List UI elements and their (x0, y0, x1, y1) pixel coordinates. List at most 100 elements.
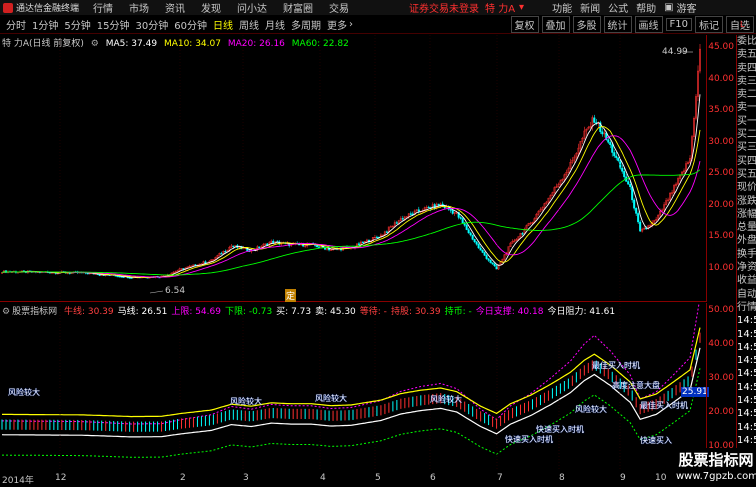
period-tab-more[interactable]: 更多 (327, 17, 347, 32)
indicator-legend-item: 卖: 45.30 (315, 307, 356, 317)
side-panel-item[interactable]: 自动 (737, 288, 756, 301)
period-tab-timeshare[interactable]: 分时 (6, 17, 26, 32)
chevron-right-icon[interactable]: › (349, 19, 353, 30)
side-panel-item[interactable]: 买一 (737, 115, 756, 128)
date-marker-badge[interactable]: 定 (285, 289, 297, 302)
period-tab-60min[interactable]: 60分钟 (174, 17, 207, 32)
side-panel-item[interactable]: 14:50 (737, 328, 756, 341)
candlestick-chart[interactable]: 特 力A(日线 前复权) ⚙ MA5: 37.49 MA10: 34.07 MA… (0, 35, 706, 302)
side-panel-item[interactable]: 14:50 (737, 381, 756, 394)
period-tab-30min[interactable]: 30分钟 (135, 17, 168, 32)
side-panel-item[interactable]: 收益 (737, 274, 756, 287)
settings-icon[interactable]: ⚙ (91, 39, 99, 49)
price-tick: 45.00 (708, 42, 734, 52)
period-tab-weekly[interactable]: 周线 (239, 17, 259, 32)
side-panel-item[interactable]: 买二 (737, 128, 756, 141)
draw-line-button[interactable]: 画线 (634, 16, 663, 33)
time-tick: 3 (243, 473, 249, 483)
side-panel-item[interactable]: 14:50 (737, 354, 756, 367)
low-price-marker: 6.54 (165, 286, 186, 296)
menu-market[interactable]: 市场 (129, 0, 149, 15)
period-tab-15min[interactable]: 15分钟 (97, 17, 130, 32)
login-notice[interactable]: 证券交易未登录 (409, 0, 479, 15)
period-tab-multi[interactable]: 多周期 (291, 17, 321, 32)
side-panel-item[interactable]: 卖五 (737, 48, 756, 61)
indicator-plot[interactable] (0, 303, 706, 471)
side-panel-item[interactable]: 14:50 (737, 407, 756, 420)
indicator-chart[interactable]: ⚙ 股票指标网 牛线: 30.39 马线: 26.51 上限: 54.69 下限: -0… (0, 303, 709, 471)
menu-ask[interactable]: 问小达 (237, 0, 267, 15)
multi-stock-button[interactable]: 多股 (572, 16, 601, 33)
side-panel-item[interactable]: 涨幅 (737, 208, 756, 221)
ma20-value: MA20: 26.16 (227, 39, 285, 49)
ma10-value: MA10: 34.07 (163, 39, 221, 49)
ma60-value: MA60: 22.82 (291, 39, 349, 49)
period-tab-5min[interactable]: 5分钟 (64, 17, 90, 32)
candlestick-plot[interactable] (0, 35, 706, 302)
indicator-legend-item: 买: 7.73 (276, 307, 312, 317)
menu-functions[interactable]: 功能 (552, 0, 572, 15)
side-panel-item[interactable]: 净资 (737, 261, 756, 274)
menu-news[interactable]: 资讯 (165, 0, 185, 15)
menu-wealth[interactable]: 财富圈 (283, 0, 313, 15)
price-tick: 35.00 (708, 105, 734, 115)
quote-side-panel[interactable]: 委比 卖五 卖四 卖三 卖二 卖一 买一 买二 买三 买四 买五 现价 涨跌 涨幅 总量 外盘 换手 净资 收益 自动… (736, 35, 756, 487)
side-panel-item[interactable]: 卖三 (737, 75, 756, 88)
main-legend: 特 力A(日线 前复权) ⚙ MA5: 37.49 MA10: 34.07 MA… (2, 36, 353, 49)
indicator-value-badge: 25.91 (681, 387, 709, 397)
side-panel-item[interactable]: 14:50 (737, 421, 756, 434)
menu-help[interactable]: 帮助 (636, 0, 656, 15)
side-panel-item[interactable]: 换手 (737, 248, 756, 261)
period-tab-daily[interactable]: 日线 (213, 17, 233, 32)
price-tick: 40.00 (708, 74, 734, 84)
signal-annotation: 风险较大 (575, 405, 607, 414)
signal-annotation: 高度注意大盘 (612, 381, 660, 390)
app-logo-icon (3, 2, 13, 13)
period-tab-monthly[interactable]: 月线 (265, 17, 285, 32)
ma5-value: MA5: 37.49 (105, 39, 158, 49)
side-panel-item[interactable]: 14:50 (737, 394, 756, 407)
menu-discover[interactable]: 发现 (201, 0, 221, 15)
indicator-legend: ⚙ 股票指标网 牛线: 30.39 马线: 26.51 上限: 54.69 下限: -0… (2, 304, 619, 317)
side-panel-item[interactable]: 卖二 (737, 88, 756, 101)
side-panel-item[interactable]: 行情 (737, 301, 756, 314)
side-panel-item[interactable]: 14:50 (737, 314, 756, 327)
side-panel-item[interactable]: 买五 (737, 168, 756, 181)
side-panel-item[interactable]: 委比 (737, 35, 756, 48)
watermark-title: 股票指标网 (678, 451, 754, 469)
side-panel-item[interactable]: 卖一 (737, 101, 756, 114)
indicator-legend-item: 持股: 30.39 (390, 307, 441, 317)
indicator-tick: 40.00 (708, 339, 734, 349)
f10-button[interactable]: F10 (665, 18, 692, 31)
menu-market-quotes[interactable]: 行情 (93, 0, 113, 15)
period-tab-1min[interactable]: 1分钟 (32, 17, 58, 32)
side-panel-item[interactable]: 14:50 (737, 341, 756, 354)
indicator-tick: 50.00 (708, 305, 734, 315)
mark-button[interactable]: 标记 (695, 16, 723, 33)
side-panel-item[interactable]: 外盘 (737, 234, 756, 247)
menu-news-right[interactable]: 新闻 (580, 0, 600, 15)
side-panel-item[interactable]: 涨跌 (737, 195, 756, 208)
side-panel-item[interactable]: 买四 (737, 155, 756, 168)
overlay-button[interactable]: 叠加 (541, 16, 570, 33)
menu-guest[interactable]: 游客 (677, 0, 697, 15)
indicator-legend-item: 今日支撑: 40.18 (475, 307, 544, 317)
menu-formula[interactable]: 公式 (608, 0, 628, 15)
user-icon[interactable]: ▣ (664, 2, 673, 13)
side-panel-item[interactable]: 总量 (737, 221, 756, 234)
indicator-settings-icon[interactable]: ⚙ (2, 307, 10, 317)
side-header-icon[interactable]: L (740, 20, 744, 29)
side-panel-item[interactable]: 买三 (737, 141, 756, 154)
adjust-button[interactable]: 复权 (510, 16, 539, 33)
menu-trade[interactable]: 交易 (329, 0, 349, 15)
side-panel-item[interactable]: 14:50 (737, 434, 756, 447)
price-tick: 20.00 (708, 200, 734, 210)
side-panel-item[interactable]: 现价 (737, 181, 756, 194)
signal-annotation: 快速买入 (640, 436, 672, 445)
high-price-marker: 44.99 (662, 47, 688, 57)
statistics-button[interactable]: 统计 (603, 16, 632, 33)
side-panel-item[interactable]: 卖四 (737, 62, 756, 75)
chevron-down-icon[interactable]: ▾ (519, 2, 524, 13)
side-panel-item[interactable]: 14:50 (737, 367, 756, 380)
signal-annotation: 风险较大 (430, 395, 462, 404)
